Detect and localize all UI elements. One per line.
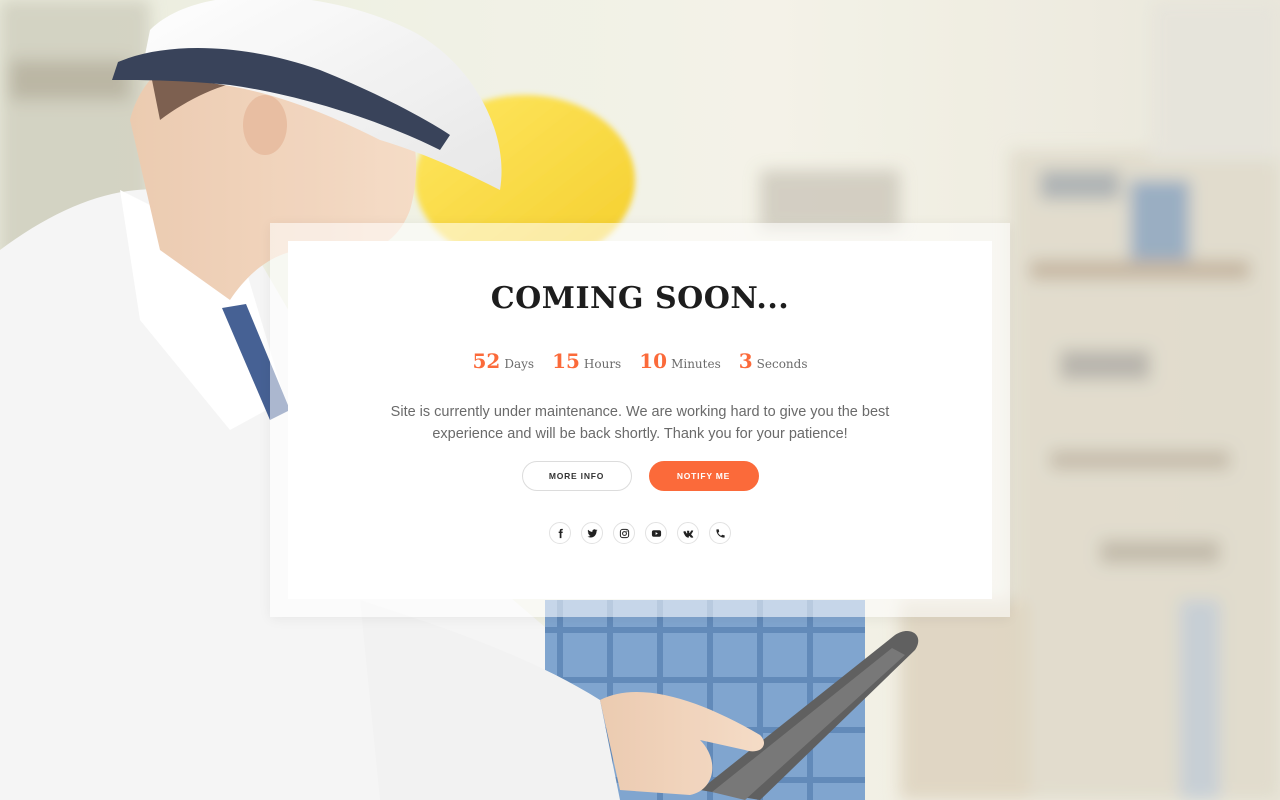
hours-value: 15 — [552, 349, 580, 373]
facebook-icon — [558, 528, 563, 538]
twitter-link[interactable] — [581, 522, 603, 544]
maintenance-message: Site is currently under maintenance. We … — [390, 404, 890, 442]
twitter-icon — [586, 528, 598, 537]
seconds-value: 3 — [738, 349, 753, 373]
countdown-minutes: 10 Minutes — [639, 349, 721, 373]
instagram-link[interactable] — [613, 522, 635, 544]
phone-icon — [715, 528, 725, 538]
days-label: Days — [504, 357, 535, 371]
countdown-days: 52 Days — [473, 349, 535, 373]
hours-label: Hours — [583, 357, 622, 371]
days-value: 52 — [472, 349, 501, 373]
minutes-label: Minutes — [671, 357, 721, 371]
coming-soon-card: COMING SOON... 52 Days 15 Hours 10 Minut… — [288, 241, 992, 599]
youtube-link[interactable] — [645, 522, 667, 544]
vk-link[interactable] — [677, 522, 699, 544]
more-info-button[interactable]: MORE INFO — [521, 461, 632, 491]
notify-me-button[interactable]: NOTIFY ME — [648, 461, 759, 491]
vk-icon — [682, 529, 693, 538]
instagram-icon — [619, 528, 629, 538]
minutes-value: 10 — [639, 349, 668, 373]
social-links — [288, 522, 992, 544]
phone-link[interactable] — [709, 522, 731, 544]
youtube-icon — [651, 529, 661, 537]
facebook-link[interactable] — [549, 522, 571, 544]
action-buttons: MORE INFO NOTIFY ME — [288, 461, 992, 491]
seconds-label: Seconds — [756, 357, 808, 371]
page-title: COMING SOON... — [490, 281, 790, 316]
countdown-hours: 15 Hours — [552, 349, 621, 373]
countdown: 52 Days 15 Hours 10 Minutes 3 Seconds — [288, 349, 992, 373]
countdown-seconds: 3 Seconds — [739, 349, 808, 373]
